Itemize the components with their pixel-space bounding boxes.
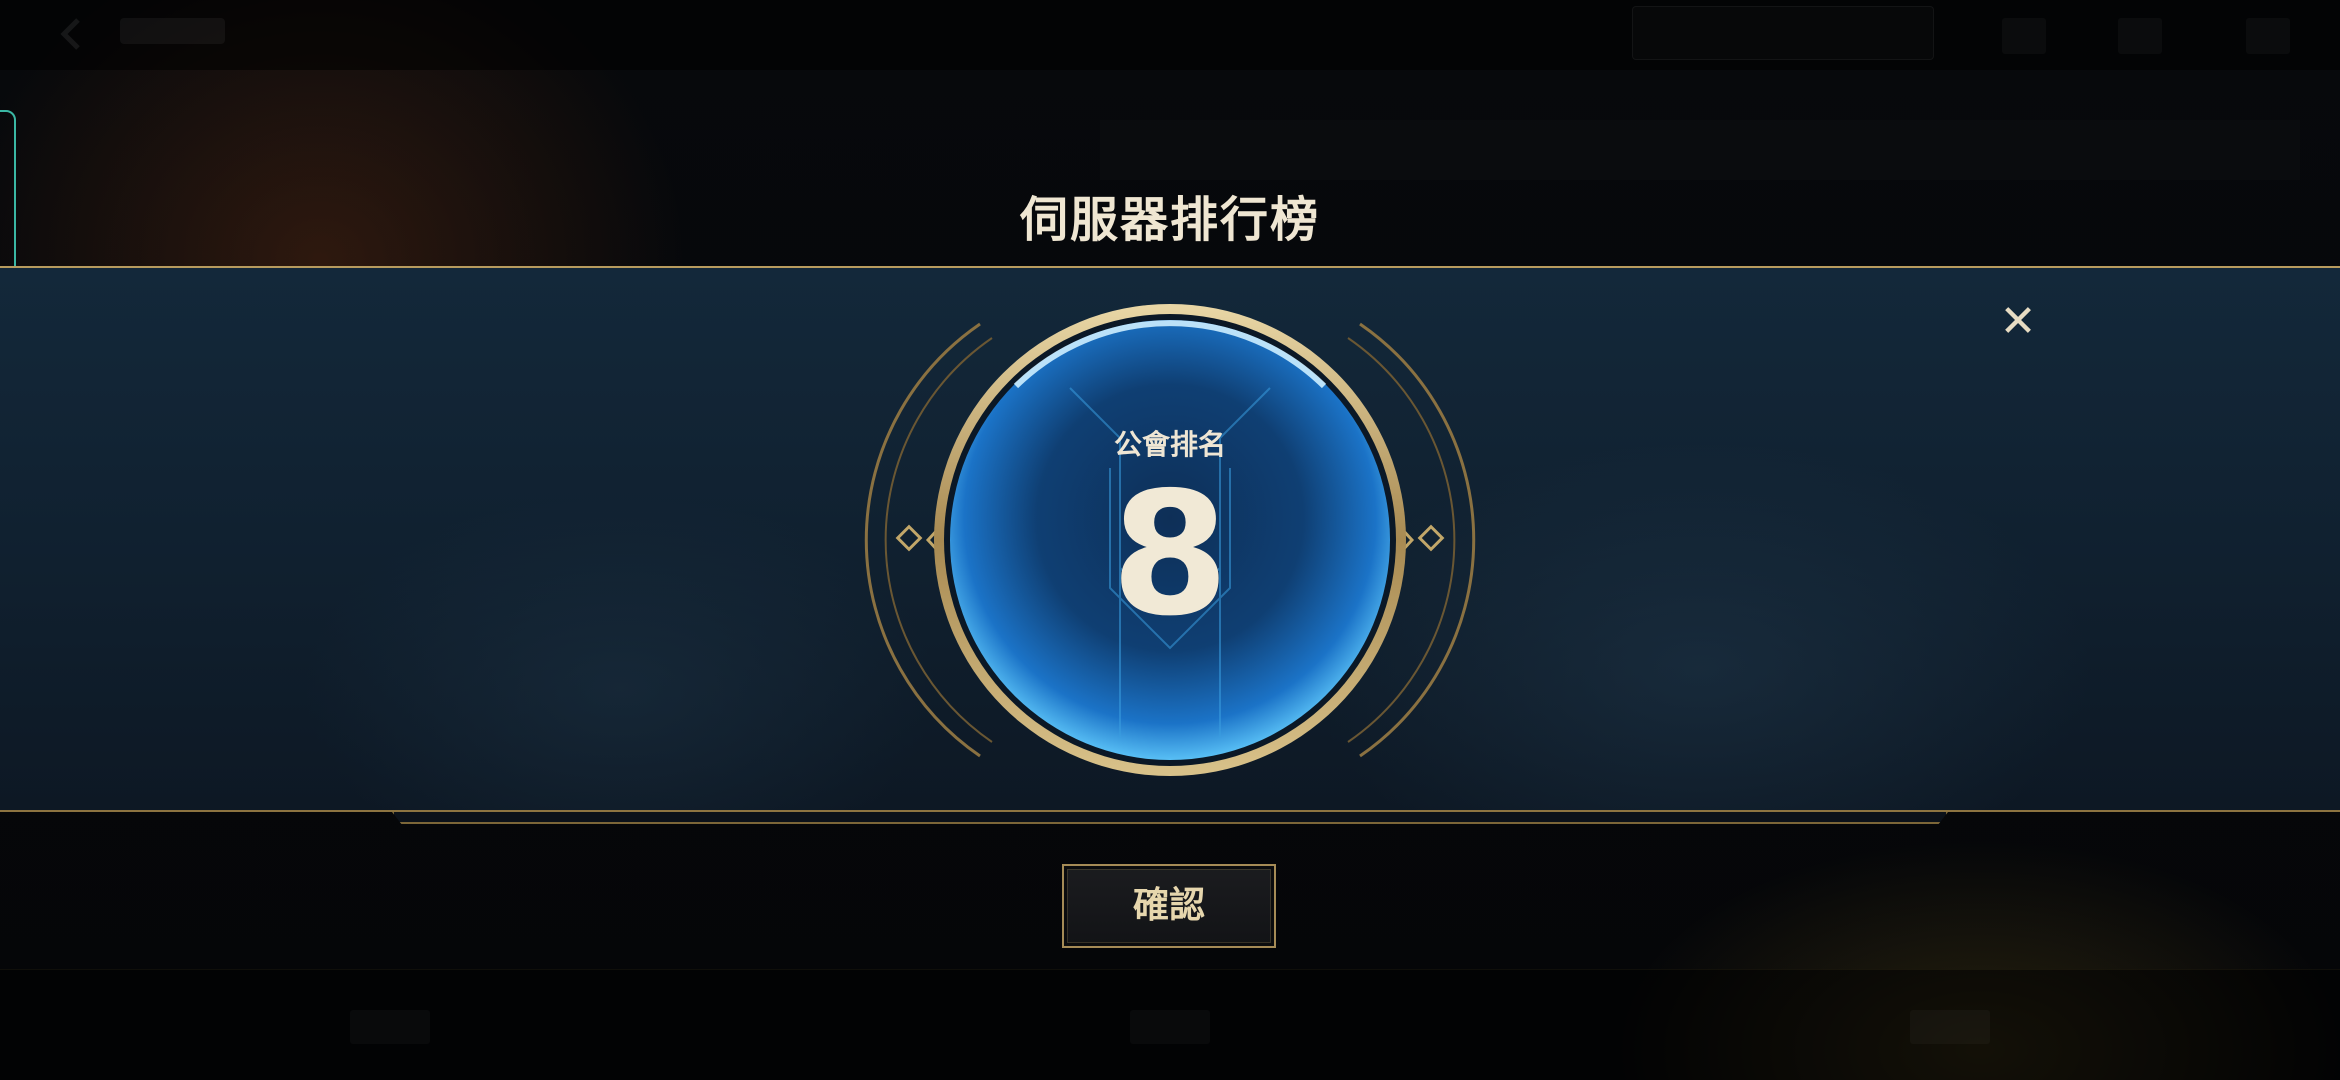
background-icon [2118,18,2162,54]
background-nav-item [1910,1010,1990,1044]
background-nav-item [1130,1010,1210,1044]
background-tabs [1100,120,2300,180]
background-search [1632,6,1934,60]
background-nav-item [350,1010,430,1044]
background-icon [2246,18,2290,54]
background-title [120,18,225,44]
close-icon[interactable]: ✕ [1994,298,2042,346]
screen: 伺服器排行榜 公會排名 8 ✕ 確認 [0,0,2340,1080]
back-arrow-icon [60,18,80,50]
dialog-title: 伺服器排行榜 [1019,192,1320,248]
banner-bottom-tab [392,812,1948,824]
background-icon [2002,18,2046,54]
confirm-button[interactable]: 確認 [1062,864,1276,948]
guild-rank-value: 8 [1110,456,1230,654]
background-top-bar [0,0,2340,70]
